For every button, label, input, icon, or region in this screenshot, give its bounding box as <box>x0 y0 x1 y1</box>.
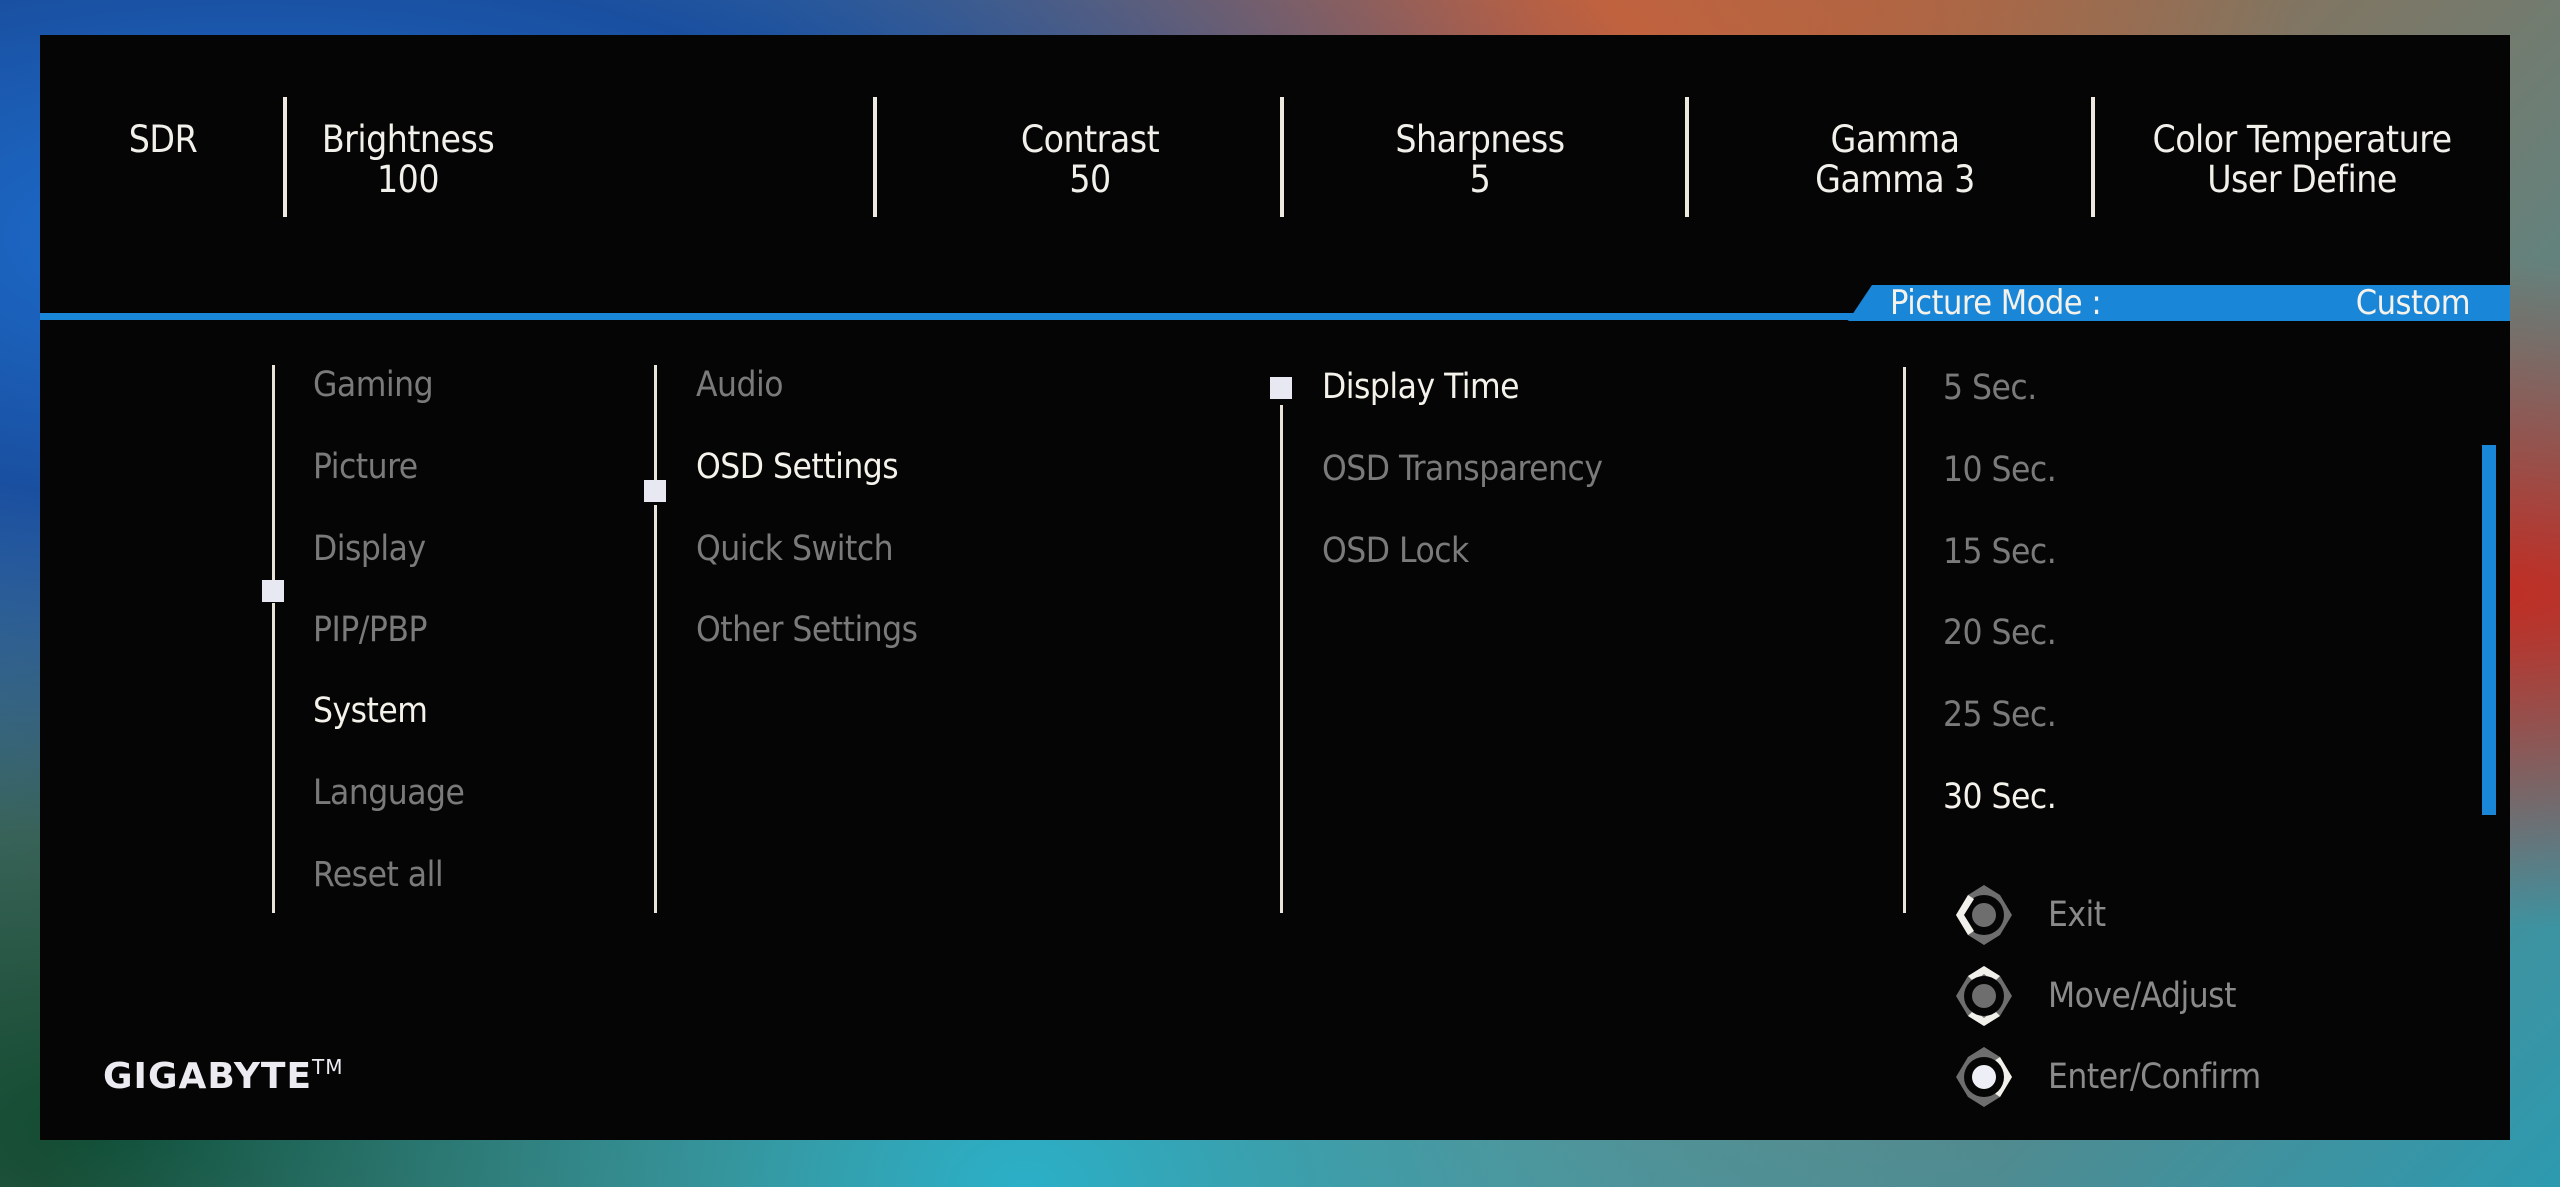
summary-value: 5 <box>1469 158 1491 201</box>
summary-label: SDR <box>128 118 198 161</box>
option-5-sec[interactable]: 5 Sec. <box>1943 368 2037 408</box>
osd-item-display-time[interactable]: Display Time <box>1322 367 1520 407</box>
divider <box>873 97 877 217</box>
summary-label: Gamma <box>1830 118 1960 161</box>
osd-item-transparency[interactable]: OSD Transparency <box>1322 449 1603 489</box>
summary-label: Brightness <box>321 118 495 161</box>
summary-label: Contrast <box>1020 118 1160 161</box>
summary-value: 100 <box>376 158 440 201</box>
scrollbar[interactable] <box>2482 445 2496 815</box>
brand-name: GIGABYTE <box>103 1056 313 1097</box>
submenu-item-osd-settings[interactable]: OSD Settings <box>696 447 899 487</box>
divider <box>2091 97 2095 217</box>
summary-contrast: Contrast 50 <box>1020 118 1160 201</box>
hint-label: Exit <box>2048 895 2106 935</box>
column-line <box>654 505 657 913</box>
selection-marker <box>1270 377 1292 399</box>
column-line <box>1280 405 1283 913</box>
submenu-item-quick-switch[interactable]: Quick Switch <box>696 529 894 569</box>
summary-brightness: Brightness 100 <box>321 118 495 201</box>
joystick-left-icon <box>1956 885 2012 945</box>
menu-item-reset-all[interactable]: Reset all <box>313 855 444 895</box>
submenu-item-audio[interactable]: Audio <box>696 365 784 405</box>
hint-label: Enter/Confirm <box>2048 1057 2261 1097</box>
menu-item-system[interactable]: System <box>313 691 428 731</box>
osd-item-lock[interactable]: OSD Lock <box>1322 531 1469 571</box>
picture-mode-label: Picture Mode : <box>1890 283 2102 323</box>
menu-item-gaming[interactable]: Gaming <box>313 365 434 405</box>
hint-move-adjust: Move/Adjust <box>1950 962 2236 1030</box>
osd-panel: SDR Brightness 100 Contrast 50 Sharpness… <box>40 35 2510 1140</box>
option-30-sec[interactable]: 30 Sec. <box>1943 777 2057 817</box>
summary-value: User Define <box>2207 158 2397 201</box>
summary-sharpness: Sharpness 5 <box>1395 118 1565 201</box>
joystick-up-down-icon <box>1956 966 2012 1026</box>
summary-label: Sharpness <box>1395 118 1565 161</box>
divider <box>283 97 287 217</box>
summary-color-temperature: Color Temperature User Define <box>2152 118 2452 201</box>
hint-exit: Exit <box>1950 881 2106 949</box>
hint-enter-confirm: Enter/Confirm <box>1950 1043 2261 1111</box>
divider <box>1280 97 1284 217</box>
hint-label: Move/Adjust <box>2048 976 2236 1016</box>
column-line <box>272 365 275 585</box>
option-25-sec[interactable]: 25 Sec. <box>1943 695 2057 735</box>
column-line <box>1903 367 1906 913</box>
summary-label: Color Temperature <box>2152 118 2452 161</box>
picture-summary-bar: SDR Brightness 100 Contrast 50 Sharpness… <box>40 35 2510 320</box>
option-20-sec[interactable]: 20 Sec. <box>1943 613 2057 653</box>
submenu-item-other-settings[interactable]: Other Settings <box>696 610 918 650</box>
summary-gamma: Gamma Gamma 3 <box>1815 120 1975 200</box>
menu-item-pip-pbp[interactable]: PIP/PBP <box>313 610 427 650</box>
summary-value: 50 <box>1069 158 1111 201</box>
column-line <box>654 365 657 485</box>
summary-value: Gamma 3 <box>1815 158 1975 201</box>
option-10-sec[interactable]: 10 Sec. <box>1943 450 2057 490</box>
picture-mode-value: Custom <box>2355 283 2471 323</box>
gigabyte-logo: GIGABYTETM <box>103 1055 344 1097</box>
summary-hdr-mode: SDR <box>128 118 198 161</box>
selection-marker <box>644 480 666 502</box>
option-15-sec[interactable]: 15 Sec. <box>1943 532 2057 572</box>
trademark: TM <box>312 1055 344 1079</box>
column-line <box>272 603 275 913</box>
menu-item-language[interactable]: Language <box>313 773 465 813</box>
joystick-press-icon <box>1956 1047 2012 1107</box>
divider <box>1685 97 1689 217</box>
menu-item-picture[interactable]: Picture <box>313 447 418 487</box>
selection-marker <box>262 580 284 602</box>
menu-item-display[interactable]: Display <box>313 529 426 569</box>
